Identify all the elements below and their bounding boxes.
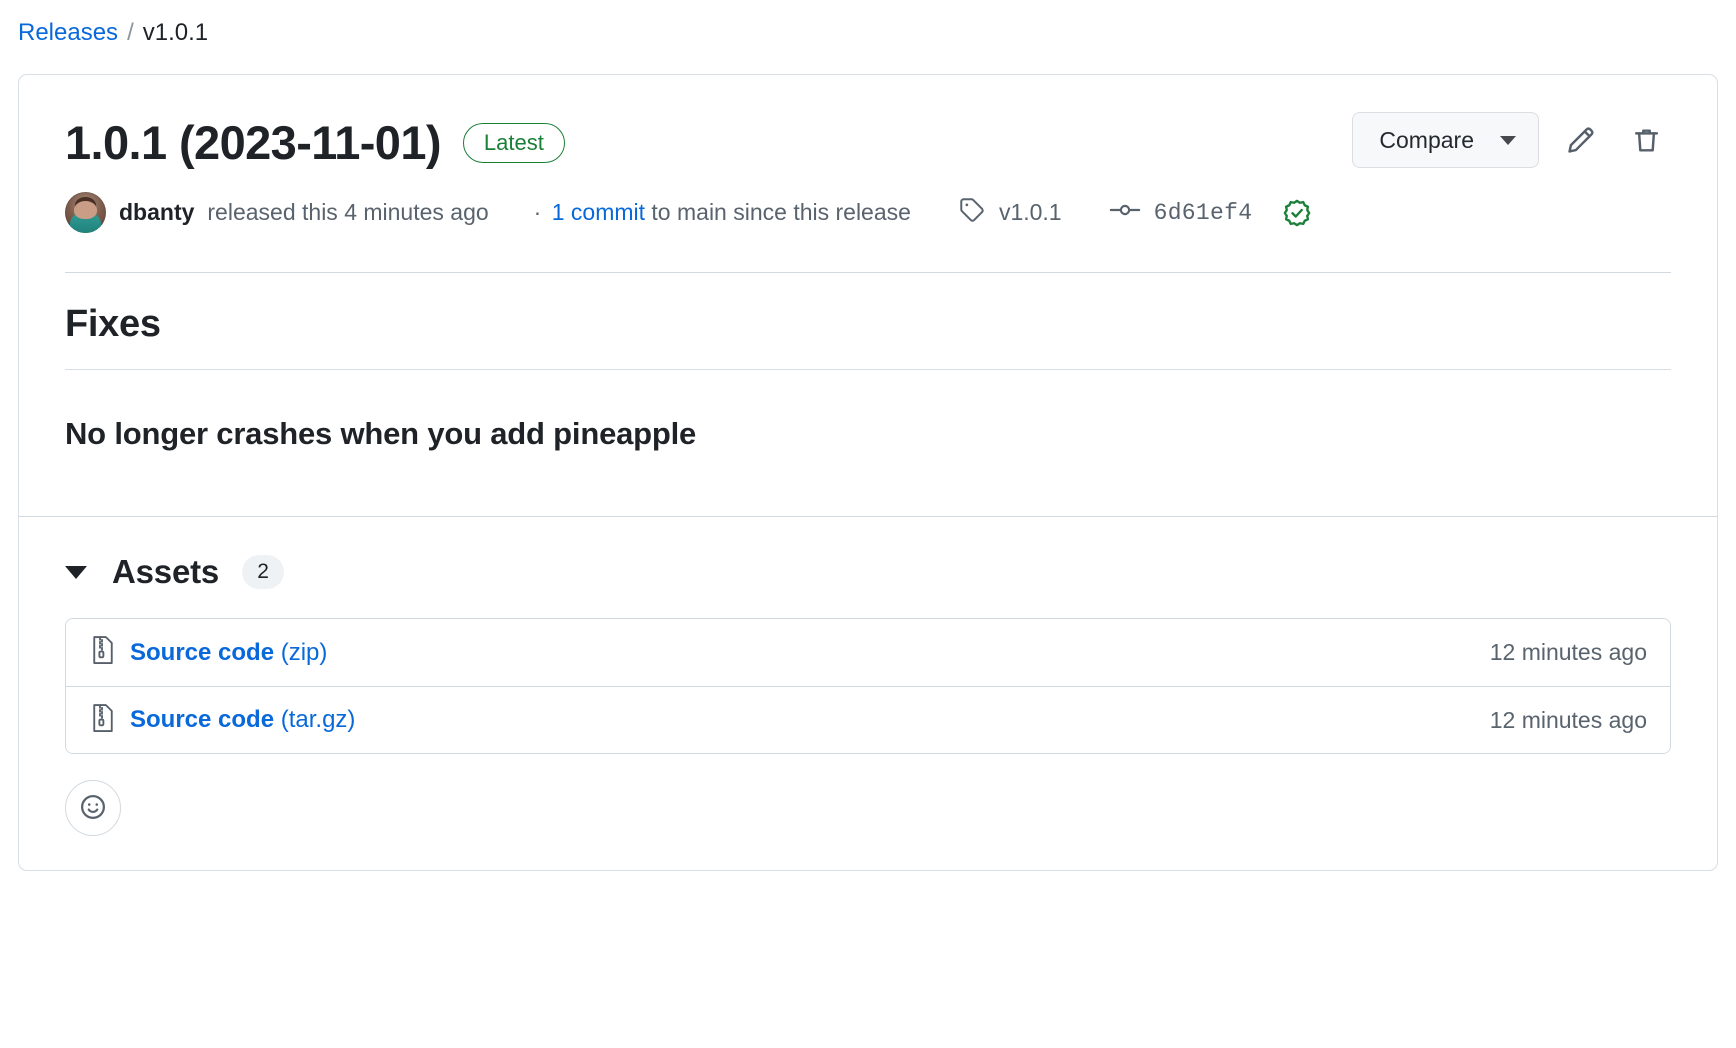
- pencil-icon: [1565, 125, 1596, 156]
- assets-section: Assets 2 Source code (zip) 12 minutes ag…: [19, 517, 1717, 755]
- release-commit[interactable]: 6d61ef4: [1109, 196, 1313, 230]
- meta-dot-separator: ·: [533, 199, 542, 226]
- latest-badge: Latest: [462, 123, 565, 164]
- triangle-down-icon: [65, 565, 87, 579]
- assets-title: Assets: [112, 553, 220, 591]
- asset-info: Source code (zip): [90, 635, 327, 670]
- file-zip-icon: [90, 703, 116, 738]
- notes-heading: Fixes: [65, 303, 161, 346]
- assets-list: Source code (zip) 12 minutes ago Source …: [65, 618, 1671, 755]
- released-timestamp: released this 4 minutes ago: [207, 199, 489, 226]
- asset-download-link[interactable]: Source code (zip): [130, 639, 327, 667]
- release-meta: dbanty released this 4 minutes ago · 1 c…: [65, 170, 1671, 234]
- commit-count-suffix: to main since this release: [651, 199, 911, 226]
- author-username[interactable]: dbanty: [119, 199, 194, 226]
- compare-button-label: Compare: [1379, 126, 1474, 153]
- avatar[interactable]: [65, 192, 106, 234]
- release-card: 1.0.1 (2023-11-01) Latest Compare dbanty…: [18, 74, 1718, 872]
- breadcrumb-releases-link[interactable]: Releases: [18, 17, 118, 49]
- release-title: 1.0.1 (2023-11-01): [65, 116, 442, 170]
- commit-count-link[interactable]: 1 commit: [552, 199, 645, 225]
- release-title-group: 1.0.1 (2023-11-01) Latest: [65, 108, 565, 170]
- release-tag[interactable]: v1.0.1: [958, 196, 1062, 230]
- compare-button[interactable]: Compare: [1352, 112, 1539, 169]
- release-actions: Compare: [1352, 108, 1671, 169]
- breadcrumb-separator: /: [127, 19, 134, 46]
- release-notes: Fixes No longer crashes when you add pin…: [65, 273, 1671, 516]
- commit-sha: 6d61ef4: [1153, 199, 1253, 226]
- asset-format-text: (zip): [280, 638, 328, 666]
- asset-timestamp: 12 minutes ago: [1489, 639, 1647, 666]
- trash-icon: [1631, 125, 1662, 156]
- file-zip-icon: [90, 635, 116, 670]
- reactions-row: [19, 754, 1717, 870]
- edit-release-button[interactable]: [1555, 115, 1605, 165]
- release-header: 1.0.1 (2023-11-01) Latest Compare: [65, 75, 1671, 170]
- delete-release-button[interactable]: [1621, 115, 1671, 165]
- assets-count-badge: 2: [242, 555, 285, 590]
- release-page: Releases / v1.0.1 1.0.1 (2023-11-01) Lat…: [0, 0, 1736, 1048]
- tag-icon: [958, 196, 986, 230]
- asset-download-link[interactable]: Source code (tar.gz): [130, 706, 355, 734]
- commits-since-release: · 1 commit to main since this release: [534, 199, 911, 226]
- release-card-body: 1.0.1 (2023-11-01) Latest Compare dbanty…: [19, 75, 1717, 516]
- table-row[interactable]: Source code (zip) 12 minutes ago: [66, 619, 1670, 687]
- asset-timestamp: 12 minutes ago: [1489, 706, 1647, 733]
- breadcrumb-current: v1.0.1: [142, 19, 209, 46]
- smiley-icon: [78, 792, 108, 825]
- release-author-group: dbanty released this 4 minutes ago: [65, 192, 489, 234]
- breadcrumb: Releases / v1.0.1: [18, 0, 1718, 49]
- asset-name-text: Source code: [130, 638, 275, 666]
- verified-check-icon: [1282, 198, 1312, 228]
- tag-name: v1.0.1: [998, 199, 1062, 226]
- notes-heading-rule: [65, 369, 1671, 371]
- table-row[interactable]: Source code (tar.gz) 12 minutes ago: [66, 686, 1670, 754]
- notes-spacer: [65, 452, 1671, 516]
- notes-subheading: No longer crashes when you add pineapple: [65, 416, 697, 452]
- asset-name-text: Source code: [130, 706, 275, 734]
- chevron-down-icon: [1500, 135, 1516, 145]
- git-commit-icon: [1109, 196, 1141, 230]
- assets-toggle[interactable]: Assets 2: [65, 553, 1671, 591]
- add-reaction-button[interactable]: [65, 780, 121, 837]
- asset-format-text: (tar.gz): [280, 706, 356, 734]
- asset-info: Source code (tar.gz): [90, 703, 355, 738]
